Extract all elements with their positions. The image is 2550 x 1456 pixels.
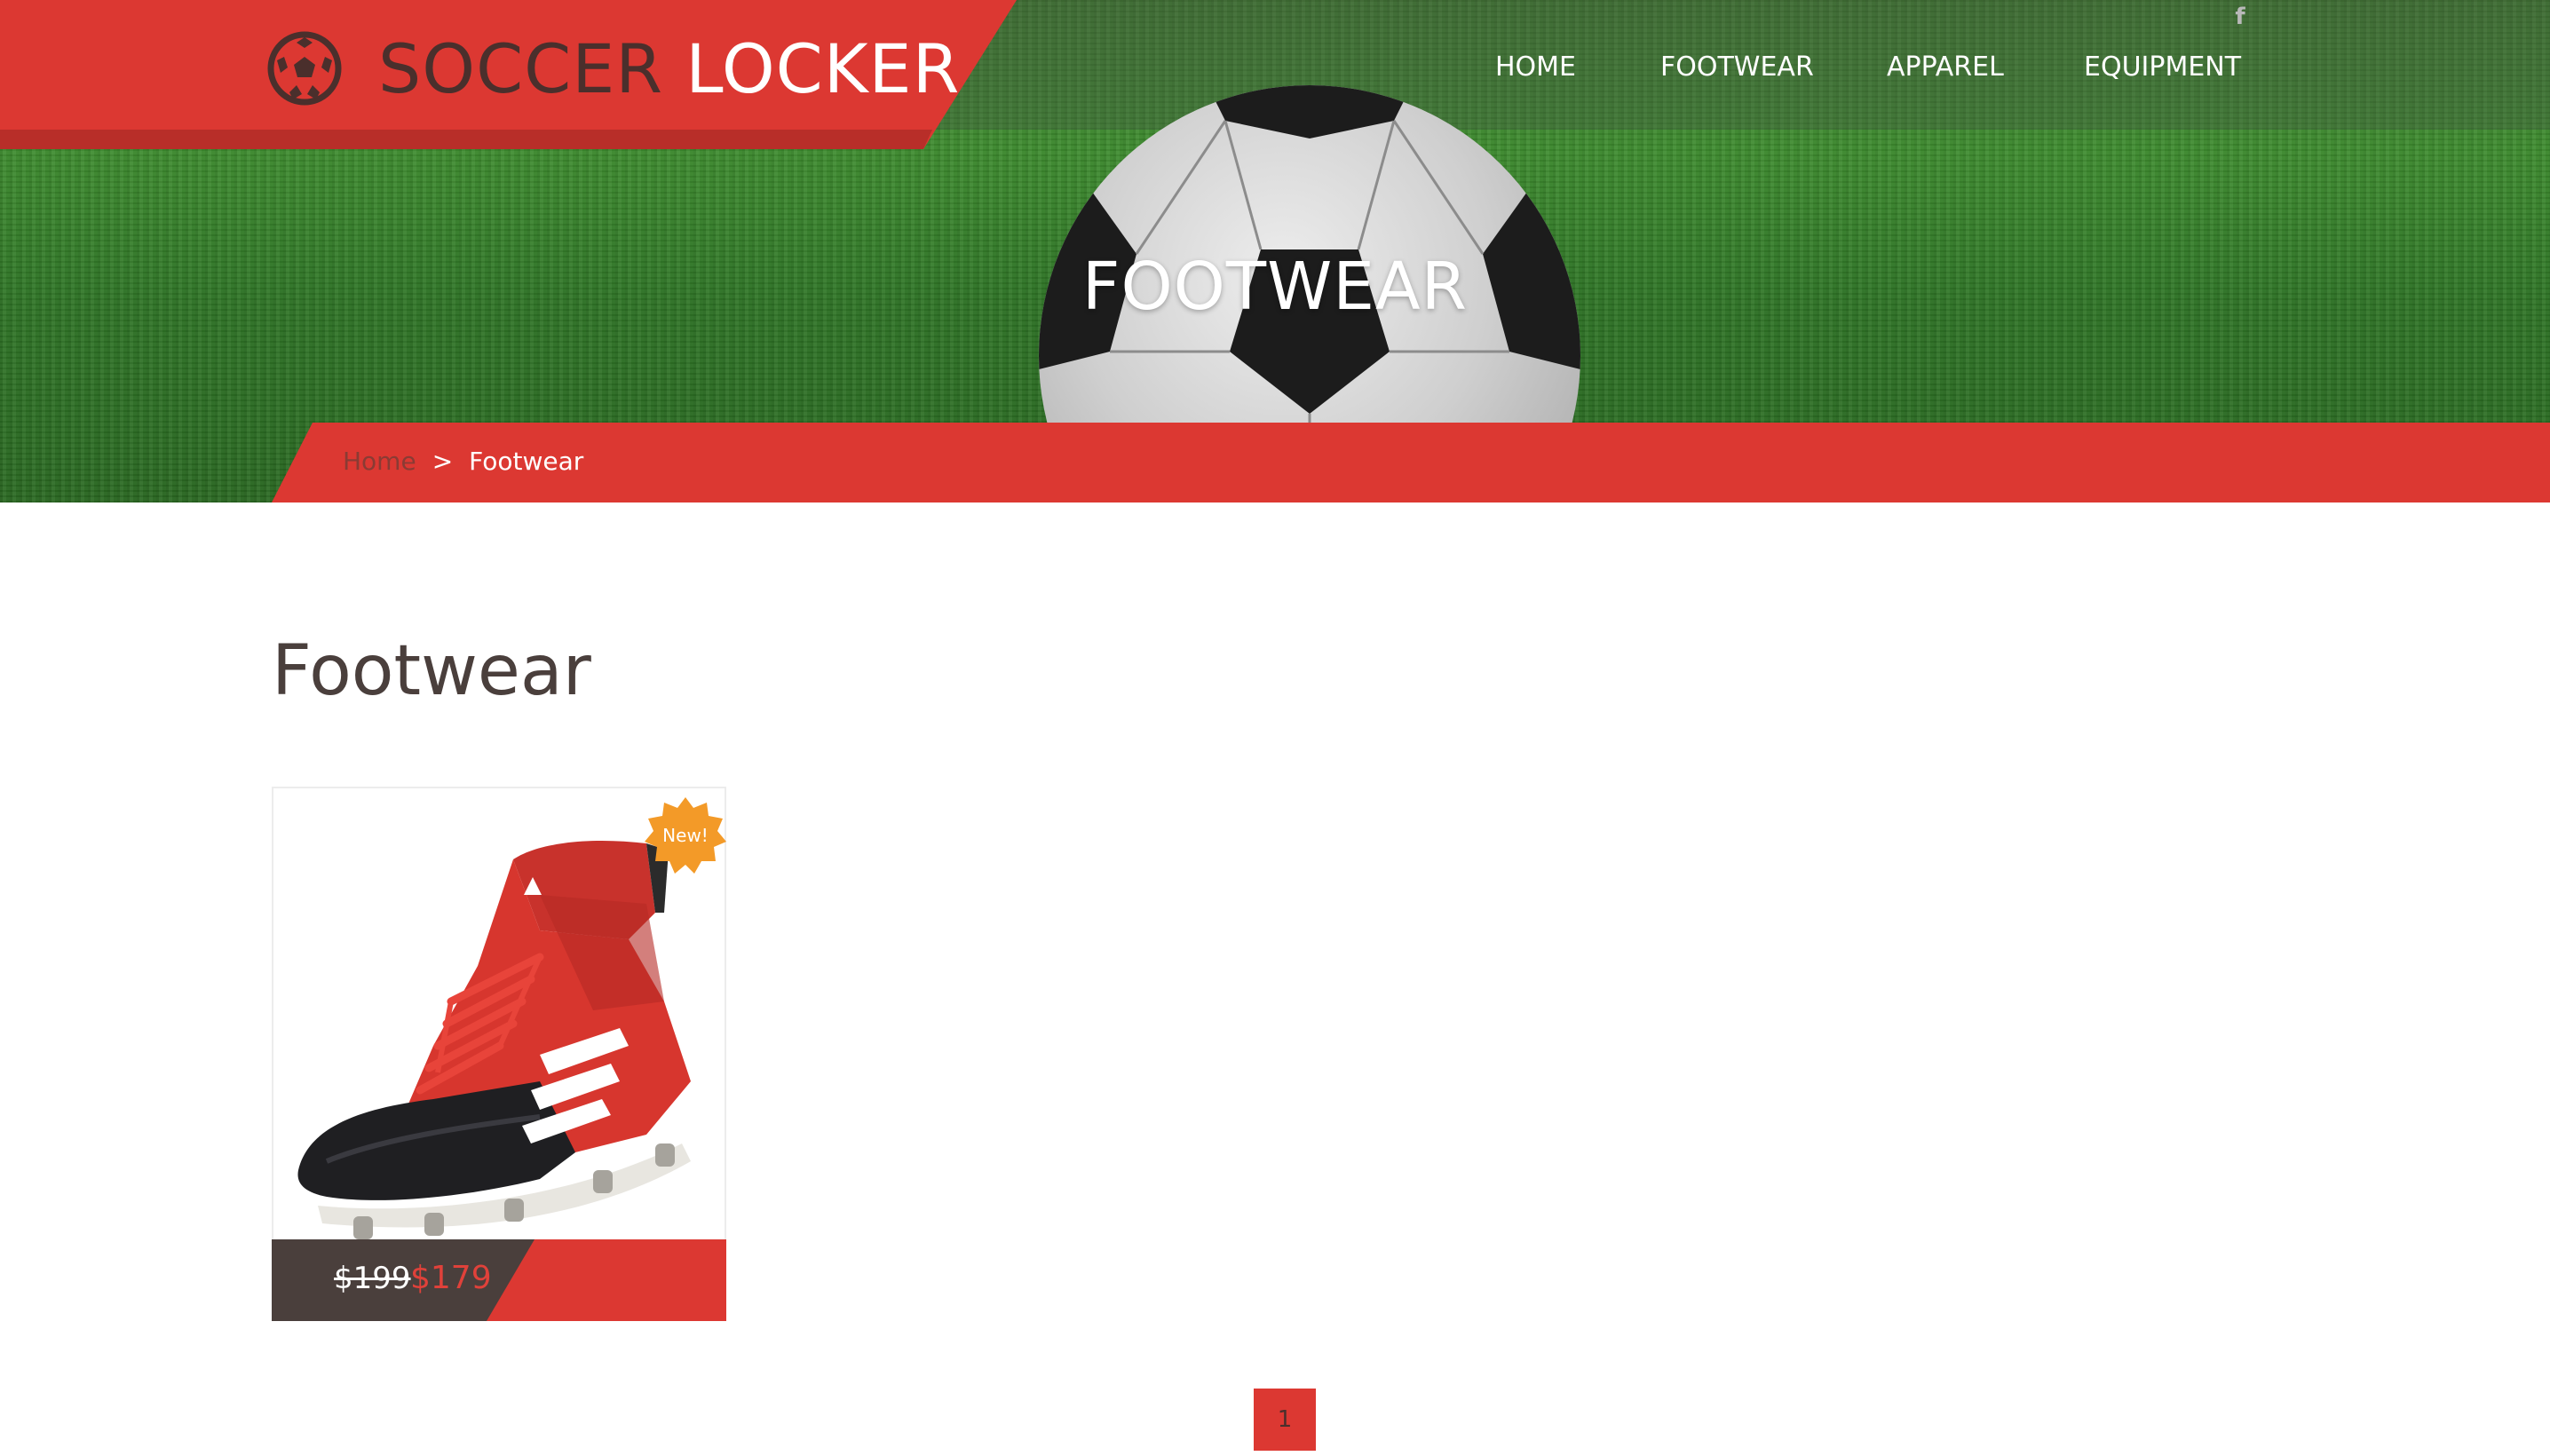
logo-text[interactable]: SOCCER LOCKER [378, 27, 960, 112]
logo-word-soccer: SOCCER [378, 29, 664, 108]
breadcrumb: Home > Footwear [343, 444, 583, 479]
breadcrumb-current: Footwear [469, 447, 584, 476]
old-price: $199 [334, 1261, 411, 1296]
pagination-page-1[interactable]: 1 [1254, 1389, 1316, 1451]
breadcrumb-separator: > [432, 447, 454, 476]
product-card[interactable]: New! $199 $179 [272, 787, 726, 1321]
nav-item-apparel[interactable]: APPAREL [1887, 50, 2004, 85]
hero-title: FOOTWEAR [1081, 249, 1469, 325]
hero-banner: SOCCER LOCKER HOME FOOTWEAR APPAREL EQUI… [0, 0, 2550, 502]
nav-item-home[interactable]: HOME [1495, 50, 1576, 85]
breadcrumb-home-link[interactable]: Home [343, 447, 416, 476]
nav-item-equipment[interactable]: EQUIPMENT [2084, 50, 2241, 85]
nav-item-footwear[interactable]: FOOTWEAR [1660, 50, 1814, 85]
facebook-icon[interactable]: f [2231, 4, 2249, 30]
logo-word-locker: LOCKER [685, 29, 961, 108]
sale-price: $179 [410, 1260, 492, 1296]
soccer-ball-icon [267, 31, 342, 106]
badge-label: New! [662, 825, 709, 846]
new-badge-icon: New! [645, 797, 726, 874]
page-title: Footwear [272, 631, 591, 711]
